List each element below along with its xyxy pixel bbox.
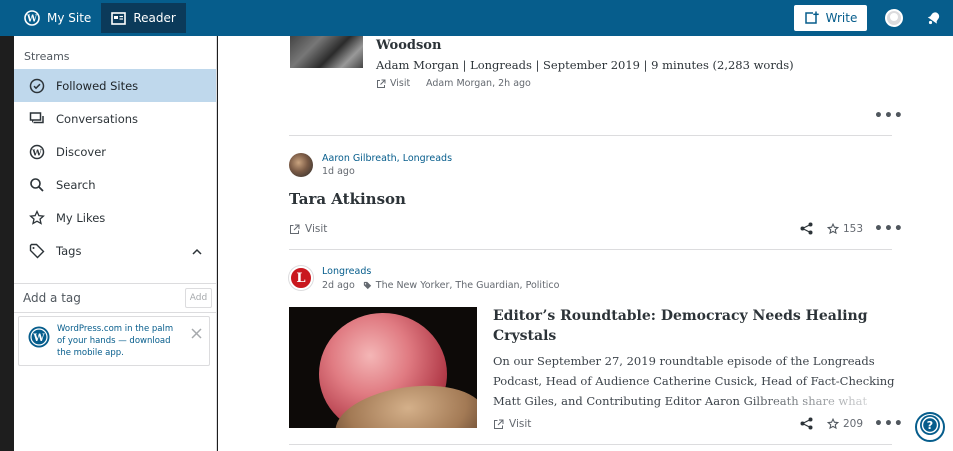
post-meta-row: 2d ago The New Yorker, The Guardian, Pol… xyxy=(322,280,559,291)
sidebar-item-conversations[interactable]: Conversations xyxy=(14,102,216,135)
notifications-bell-icon[interactable] xyxy=(926,10,942,30)
like-button[interactable]: 209 xyxy=(827,418,863,430)
sidebar-item-discover[interactable]: W Discover xyxy=(14,135,216,168)
reader-feed: Woodson Adam Morgan | Longreads | Septem… xyxy=(218,36,953,451)
close-icon[interactable] xyxy=(191,324,202,343)
post-thumbnail[interactable] xyxy=(290,36,363,68)
add-tag-input[interactable] xyxy=(14,284,182,312)
mobile-app-promo[interactable]: W WordPress.com in the palm of your hand… xyxy=(18,316,210,366)
visit-label: Visit xyxy=(509,418,532,430)
post-featured-image[interactable] xyxy=(289,307,477,428)
post-divider xyxy=(289,135,892,136)
visit-link[interactable]: Visit xyxy=(289,223,327,235)
sidebar-item-tags[interactable]: Tags xyxy=(14,234,216,267)
write-button[interactable]: Write xyxy=(794,5,867,31)
search-icon xyxy=(28,176,46,194)
check-circle-icon xyxy=(28,77,46,95)
post-time[interactable]: 1d ago xyxy=(322,166,355,177)
svg-text:W: W xyxy=(31,148,42,158)
star-icon xyxy=(28,209,46,227)
visit-label: Visit xyxy=(390,78,411,89)
promo-text: WordPress.com in the palm of your hands … xyxy=(57,324,174,358)
site-name[interactable]: Longreads xyxy=(322,266,371,277)
site-icon[interactable]: L xyxy=(289,266,313,290)
svg-text:W: W xyxy=(26,15,38,25)
author-avatar[interactable] xyxy=(289,153,313,177)
external-link-icon xyxy=(376,79,386,89)
sidebar-item-label: Tags xyxy=(56,243,82,258)
star-icon xyxy=(827,223,839,235)
help-icon: ? xyxy=(919,414,941,440)
star-icon xyxy=(827,418,839,430)
like-button[interactable]: 153 xyxy=(827,223,863,235)
masterbar-left: W My Site Reader xyxy=(14,3,186,33)
sidebar-item-label: Discover xyxy=(56,144,107,159)
author-name[interactable]: Aaron Gilbreath, Longreads xyxy=(322,153,452,164)
post-divider xyxy=(289,444,892,445)
post-tags[interactable]: The New Yorker, The Guardian, Politico xyxy=(376,280,560,291)
reader-button[interactable]: Reader xyxy=(101,3,186,33)
sidebar-item-label: Search xyxy=(56,177,96,192)
share-icon[interactable] xyxy=(800,417,813,430)
my-site-button[interactable]: W My Site xyxy=(14,3,101,33)
wordpress-icon: W xyxy=(24,10,40,26)
more-options-icon[interactable]: ••• xyxy=(874,108,904,124)
share-icon[interactable] xyxy=(800,222,813,235)
my-site-label: My Site xyxy=(47,11,92,25)
masterbar: W My Site Reader Write xyxy=(0,0,953,36)
reader-label: Reader xyxy=(133,11,176,25)
external-link-icon xyxy=(493,419,504,430)
sidebar-item-search[interactable]: Search xyxy=(14,168,216,201)
sidebar-item-label: Conversations xyxy=(56,111,139,126)
tag-icon xyxy=(363,281,372,290)
external-link-icon xyxy=(289,224,300,235)
more-options-icon[interactable]: ••• xyxy=(874,221,904,237)
sidebar-item-label: My Likes xyxy=(56,210,106,225)
visit-link[interactable]: Visit xyxy=(376,78,410,89)
more-options-icon[interactable]: ••• xyxy=(874,416,904,432)
post-divider xyxy=(289,249,892,250)
visit-link[interactable]: Visit xyxy=(493,418,531,430)
visit-label: Visit xyxy=(305,223,328,235)
sidebar-item-my-likes[interactable]: My Likes xyxy=(14,201,216,234)
post-title[interactable]: Editor’s Roundtable: Democracy Needs Hea… xyxy=(493,306,893,346)
post-meta: Adam Morgan | Longreads | September 2019… xyxy=(376,58,794,72)
sidebar-item-label: Followed Sites xyxy=(56,78,139,93)
help-label: ? xyxy=(927,419,933,432)
reader-sidebar: Streams Followed Sites Conversations W D… xyxy=(14,36,217,451)
svg-text:W: W xyxy=(32,333,45,344)
tag-icon xyxy=(28,242,46,260)
post-time[interactable]: 2d ago xyxy=(322,280,355,291)
chevron-up-icon[interactable] xyxy=(192,244,202,258)
help-button[interactable]: ? xyxy=(915,412,945,442)
wordpress-logo-icon: W xyxy=(28,326,50,348)
window-edge xyxy=(0,36,14,451)
add-tag-button[interactable]: Add xyxy=(185,288,212,308)
user-avatar[interactable] xyxy=(885,9,903,27)
wordpress-icon: W xyxy=(28,143,46,161)
post-byline: Adam Morgan, 2h ago xyxy=(426,78,531,89)
write-icon xyxy=(804,11,820,25)
post-title[interactable]: Woodson xyxy=(376,38,441,53)
add-tag-area: Add xyxy=(14,283,216,313)
like-count: 153 xyxy=(843,223,864,235)
sidebar-item-followed-sites[interactable]: Followed Sites xyxy=(14,69,216,102)
conversations-icon xyxy=(28,110,46,128)
streams-heading: Streams xyxy=(24,50,70,63)
like-count: 209 xyxy=(843,418,864,430)
post-title[interactable]: Tara Atkinson xyxy=(289,190,406,208)
write-label: Write xyxy=(825,11,858,25)
excerpt-fade xyxy=(738,392,908,412)
reader-icon xyxy=(111,11,127,25)
